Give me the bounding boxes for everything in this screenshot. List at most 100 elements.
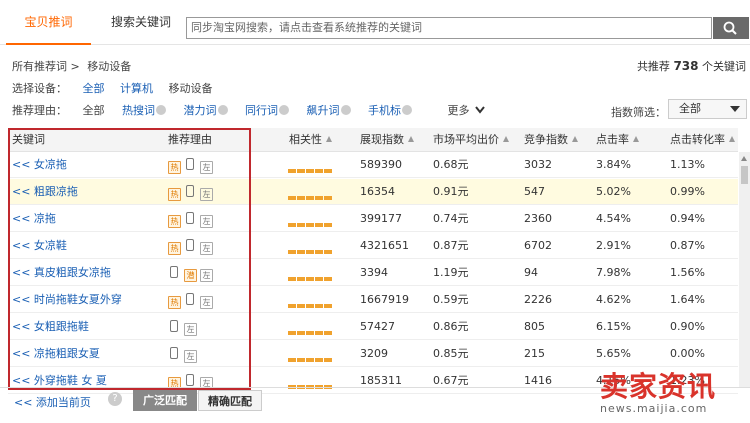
broad-match-button[interactable]: 广泛匹配 <box>133 390 197 411</box>
help-dot-icon <box>217 105 228 115</box>
device-all[interactable]: 全部 <box>83 82 105 95</box>
total-suffix: 个关键词 <box>702 60 746 73</box>
col-impressions[interactable]: 展现指数 <box>360 128 414 152</box>
watermark: 卖家资讯 news.maijia.com <box>600 370 750 416</box>
hot-badge: 热 <box>168 296 181 309</box>
sort-icon <box>633 136 639 142</box>
reason-mobile[interactable]: 手机标 <box>368 104 401 117</box>
sort-icon <box>326 136 332 142</box>
avg-bid-value: 0.74元 <box>433 212 469 225</box>
scrollbar[interactable] <box>739 152 750 387</box>
table-row[interactable]: << 女凉鞋 热左 4321651 0.87元 6702 2.91% 0.87% <box>8 233 738 259</box>
mobile-icon <box>186 239 194 251</box>
avg-bid-value: 0.91元 <box>433 185 469 198</box>
keyword-link[interactable]: << 凉拖粗跟女夏 <box>12 341 100 367</box>
watermark-title: 卖家资讯 <box>600 370 717 403</box>
device-filter: 选择设备： 全部 计算机 移动设备 <box>12 80 213 96</box>
keyword-link[interactable]: << 女粗跟拖鞋 <box>12 314 89 340</box>
ctr-value: 2.91% <box>596 239 631 252</box>
reason-badges: 左 <box>168 341 200 367</box>
add-current-page-link[interactable]: << 添加当前页 <box>14 394 91 410</box>
avg-bid-value: 0.59元 <box>433 293 469 306</box>
mobile-icon <box>170 266 178 278</box>
keyword-link[interactable]: << 女凉鞋 <box>12 233 67 259</box>
search-input[interactable]: 同步淘宝网搜索，请点击查看系统推荐的关键词 <box>186 17 712 39</box>
table-row[interactable]: << 时尚拖鞋女夏外穿 热左 1667919 0.59元 2226 4.62% … <box>8 287 738 313</box>
relevance-bar <box>288 244 333 257</box>
left-badge: 左 <box>200 242 213 255</box>
col-cvr[interactable]: 点击转化率 <box>670 128 735 152</box>
keyword-link[interactable]: << 真皮粗跟女凉拖 <box>12 260 111 286</box>
table-row[interactable]: << 女凉拖 热左 589390 0.68元 3032 3.84% 1.13% <box>8 152 738 178</box>
reason-peer[interactable]: 同行词 <box>245 104 278 117</box>
col-competition[interactable]: 竞争指数 <box>524 128 578 152</box>
col-avg-bid[interactable]: 市场平均出价 <box>433 128 509 152</box>
col-relevance[interactable]: 相关性 <box>289 128 332 152</box>
table-header: 关键词 推荐理由 相关性 展现指数 市场平均出价 竞争指数 点击率 点击转化率 <box>8 128 738 152</box>
breadcrumb: 所有推荐词 > 移动设备 <box>12 58 131 74</box>
scroll-thumb[interactable] <box>741 166 748 184</box>
cvr-value: 0.87% <box>670 239 705 252</box>
help-dot-icon <box>279 105 289 115</box>
search-button[interactable] <box>713 17 749 39</box>
reason-more[interactable]: 更多 <box>448 104 470 117</box>
keyword-link[interactable]: << 女凉拖 <box>12 152 67 178</box>
scroll-up-icon[interactable] <box>741 156 747 161</box>
table-row[interactable]: << 女粗跟拖鞋 左 57427 0.86元 805 6.15% 0.90% <box>8 314 738 340</box>
help-dot-icon <box>156 105 166 115</box>
competition-value: 2360 <box>524 212 552 225</box>
keyword-link[interactable]: << 凉拖 <box>12 206 56 232</box>
keyword-link[interactable]: << 时尚拖鞋女夏外穿 <box>12 287 122 313</box>
relevance-bar <box>288 190 333 203</box>
col-reason: 推荐理由 <box>168 133 212 146</box>
table-row[interactable]: << 凉拖粗跟女夏 左 3209 0.85元 215 5.65% 0.00% <box>8 341 738 367</box>
table-row[interactable]: << 凉拖 热左 399177 0.74元 2360 4.54% 0.94% <box>8 206 738 232</box>
avg-bid-value: 0.85元 <box>433 347 469 360</box>
exact-match-button[interactable]: 精确匹配 <box>198 390 262 411</box>
competition-value: 3032 <box>524 158 552 171</box>
search-icon <box>723 21 737 35</box>
avg-bid-value: 0.86元 <box>433 320 469 333</box>
competition-value: 547 <box>524 185 545 198</box>
table-row[interactable]: << 真皮粗跟女凉拖 潜左 3394 1.19元 94 7.98% 1.56% <box>8 260 738 286</box>
tab-search-keywords[interactable]: 搜索关键词 <box>98 0 184 45</box>
sort-icon <box>408 136 414 142</box>
left-badge: 左 <box>200 296 213 309</box>
device-computer[interactable]: 计算机 <box>120 82 153 95</box>
mobile-icon <box>186 158 194 170</box>
competition-value: 2226 <box>524 293 552 306</box>
keyword-link[interactable]: << 粗跟凉拖 <box>12 179 78 205</box>
reason-rising[interactable]: 飙升词 <box>307 104 340 117</box>
cvr-value: 0.00% <box>670 347 705 360</box>
reason-all[interactable]: 全部 <box>83 104 105 117</box>
sort-icon <box>503 136 509 142</box>
mobile-icon <box>170 347 178 359</box>
avg-bid-value: 0.68元 <box>433 158 469 171</box>
chevron-down-icon[interactable] <box>475 106 485 114</box>
mobile-icon <box>186 185 194 197</box>
competition-value: 6702 <box>524 239 552 252</box>
tab-bar: 宝贝推词 搜索关键词 同步淘宝网搜索，请点击查看系统推荐的关键词 <box>0 0 750 45</box>
total-count: 共推荐 738 个关键词 <box>637 58 746 74</box>
impressions-value: 3394 <box>360 266 388 279</box>
help-icon[interactable]: ? <box>108 392 122 406</box>
device-mobile[interactable]: 移动设备 <box>169 82 213 95</box>
cvr-value: 1.13% <box>670 158 705 171</box>
reason-potential[interactable]: 潜力词 <box>184 104 217 117</box>
left-badge: 左 <box>184 323 197 336</box>
reason-label: 推荐理由： <box>12 104 67 117</box>
relevance-bar <box>288 352 333 365</box>
index-filter-select[interactable]: 全部 <box>668 99 747 119</box>
col-ctr[interactable]: 点击率 <box>596 128 639 152</box>
impressions-value: 57427 <box>360 320 395 333</box>
hot-badge: 热 <box>168 188 181 201</box>
tab-baobei-keywords[interactable]: 宝贝推词 <box>6 0 91 45</box>
ctr-value: 3.84% <box>596 158 631 171</box>
impressions-value: 4321651 <box>360 239 409 252</box>
reason-hot[interactable]: 热搜词 <box>122 104 155 117</box>
table-row[interactable]: << 粗跟凉拖 热左 16354 0.91元 547 5.02% 0.99% <box>8 179 738 205</box>
impressions-value: 1667919 <box>360 293 409 306</box>
breadcrumb-root[interactable]: 所有推荐词 > <box>12 60 80 73</box>
mobile-icon <box>186 212 194 224</box>
hot-badge: 热 <box>168 161 181 174</box>
